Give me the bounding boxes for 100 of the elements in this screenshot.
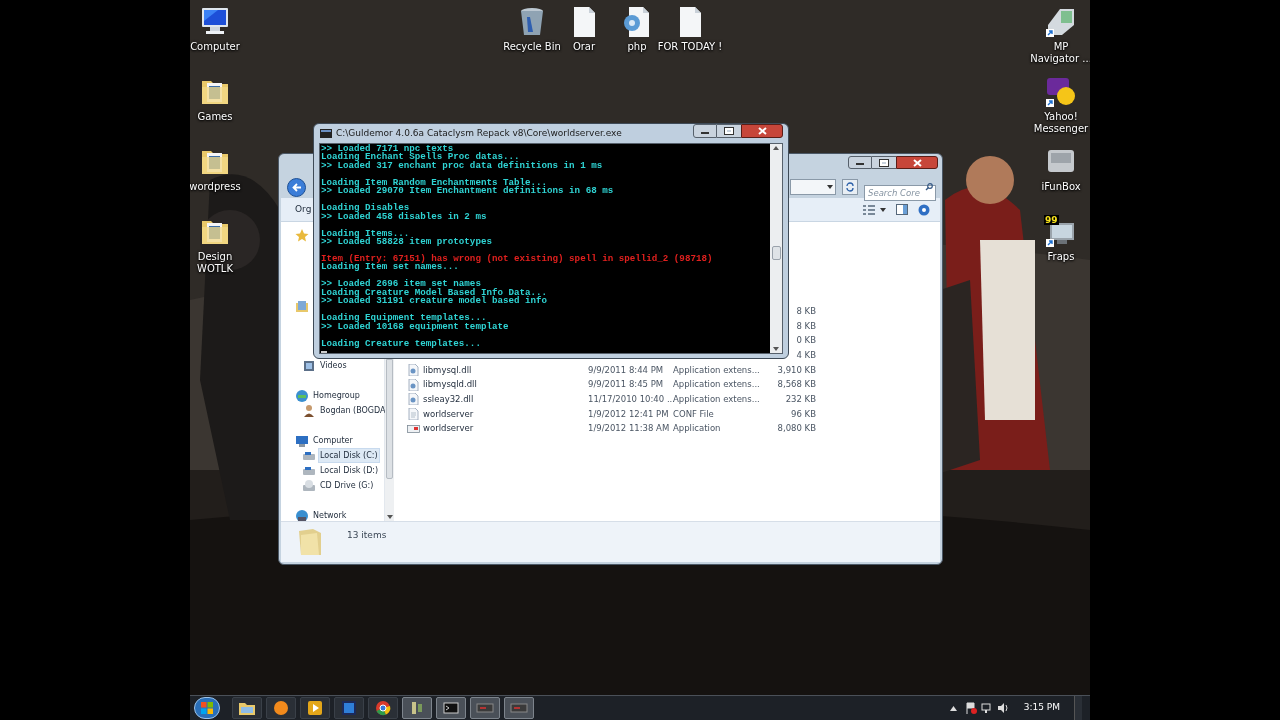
scrollbar[interactable] [770, 144, 782, 353]
browser-icon [373, 698, 393, 718]
help-icon[interactable] [918, 203, 930, 216]
file-name[interactable]: ssleay32.dll [423, 394, 474, 405]
file-type: Application extens... [673, 394, 760, 405]
file-type: Application [673, 423, 721, 434]
scroll-up-icon[interactable] [773, 146, 779, 150]
log-line: Loading Enchant Spells Proc datas... [321, 153, 520, 162]
gear-document-icon [408, 393, 419, 406]
icon-label[interactable]: Orar [572, 41, 596, 53]
file-size: 4 KB [796, 349, 816, 362]
file-type: Application extens... [673, 364, 760, 375]
icon-label[interactable]: MP Navigator ... [1028, 41, 1090, 65]
volume-icon[interactable] [996, 702, 1010, 714]
minimize-button[interactable] [693, 124, 717, 138]
nav-item[interactable]: Homegroup [311, 388, 362, 403]
caret-icon[interactable] [949, 705, 957, 711]
back-arrow-icon [291, 182, 302, 192]
scroll-thumb[interactable] [771, 246, 781, 260]
icon-label[interactable]: Design WOTLK [190, 251, 248, 275]
nav-item[interactable]: Local Disk (C:) [318, 448, 380, 463]
nav-item[interactable]: Computer [311, 433, 355, 448]
views-button[interactable] [863, 204, 886, 215]
log-line: >> Loaded 29070 Item Enchantment definitions in 68 ms [321, 187, 615, 196]
close-button[interactable] [896, 156, 938, 169]
file-size: 96 KB [791, 407, 816, 421]
address-bar[interactable] [790, 179, 836, 195]
taskbar-button[interactable] [436, 697, 466, 719]
close-button[interactable] [741, 124, 783, 138]
user-icon [302, 403, 316, 418]
icon-label[interactable]: Fraps [1047, 251, 1075, 263]
close-icon [757, 127, 767, 135]
file-name[interactable]: libmysql.dll [423, 364, 472, 375]
icon-label[interactable]: wordpress [190, 181, 241, 193]
cursor-icon [321, 351, 327, 353]
file-type: CONF File [673, 408, 714, 419]
log-line: Loading Equipment templates... [321, 314, 487, 323]
close-icon [912, 158, 922, 167]
icon-label[interactable]: Games [197, 111, 233, 123]
app-icon [339, 698, 359, 718]
file-size: 8,568 KB [777, 378, 816, 392]
log-line: >> Loaded 58828 item prototypes [321, 238, 493, 247]
caret-icon [827, 185, 833, 189]
icon-label[interactable]: FOR TODAY ! [657, 41, 723, 53]
file-size: 8,080 KB [777, 422, 816, 436]
log-line: >> Loaded 2696 item set names [321, 280, 481, 289]
file-name[interactable]: worldserver [423, 408, 474, 419]
network-icon[interactable] [980, 702, 993, 714]
icon-label[interactable]: iFunBox [1041, 181, 1081, 193]
nav-item[interactable]: Videos [318, 358, 349, 373]
minimize-button[interactable] [848, 156, 872, 169]
file-size: 0 KB [796, 334, 816, 348]
start-button[interactable] [194, 697, 220, 719]
log-line: >> Loaded 458 disables in 2 ms [321, 212, 488, 222]
taskbar-button[interactable] [266, 697, 296, 719]
refresh-icon [845, 182, 855, 192]
log-line: Loading Disables [321, 204, 410, 213]
folder-icon [297, 527, 323, 557]
document-icon [408, 408, 419, 421]
file-name[interactable]: worldserver [423, 423, 474, 434]
window-title: C:\Guldemor 4.0.6a Cataclysm Repack v8\Core\worldserver.exe [336, 126, 623, 140]
item-count: 13 items [347, 529, 387, 543]
file-date: 1/9/2012 11:38 AM [588, 423, 670, 434]
library-icon [295, 300, 309, 314]
star-icon [295, 228, 309, 242]
preview-pane-icon[interactable] [896, 204, 908, 215]
search-icon [925, 183, 933, 191]
organize-menu[interactable]: Org [295, 202, 312, 217]
nav-item[interactable]: Local Disk (D:) [318, 463, 381, 478]
console-icon [320, 129, 332, 138]
file-size: 8 KB [796, 304, 816, 318]
file-date: 1/9/2012 12:41 PM [588, 408, 669, 419]
back-button[interactable] [287, 177, 306, 197]
taskbar-button[interactable] [300, 697, 330, 719]
flag-icon[interactable] [964, 702, 977, 714]
cd-drive-icon [302, 478, 316, 493]
nav-item[interactable]: CD Drive (G:) [318, 478, 376, 493]
taskbar-button[interactable] [232, 697, 262, 719]
nav-item[interactable]: Network [311, 508, 349, 523]
nav-item[interactable]: Bogdan (BOGDA [318, 403, 388, 418]
taskbar-button[interactable] [368, 697, 398, 719]
file-size: 232 KB [785, 393, 816, 406]
globe-icon [295, 388, 309, 403]
icon-label[interactable]: php [627, 41, 647, 53]
monitor-icon [295, 433, 309, 448]
clock[interactable]: 3:15 PM [1023, 701, 1060, 715]
maximize-button[interactable] [717, 124, 741, 138]
icon-label[interactable]: Recycle Bin [503, 41, 561, 53]
search-field[interactable]: Search Core [864, 185, 936, 201]
refresh-button[interactable] [842, 179, 858, 195]
network-icon [295, 508, 309, 523]
scroll-down-icon[interactable] [773, 347, 779, 351]
icon-label[interactable]: Yahoo! Messenger [1028, 111, 1090, 135]
file-size: 3,910 KB [777, 363, 816, 377]
icon-label[interactable]: Computer [190, 41, 240, 53]
maximize-button[interactable] [872, 156, 896, 169]
scrollbar[interactable] [385, 359, 394, 521]
scroll-down-icon[interactable] [386, 515, 393, 519]
file-name[interactable]: libmysqld.dll [423, 379, 477, 390]
file-size: 8 KB [796, 319, 816, 333]
